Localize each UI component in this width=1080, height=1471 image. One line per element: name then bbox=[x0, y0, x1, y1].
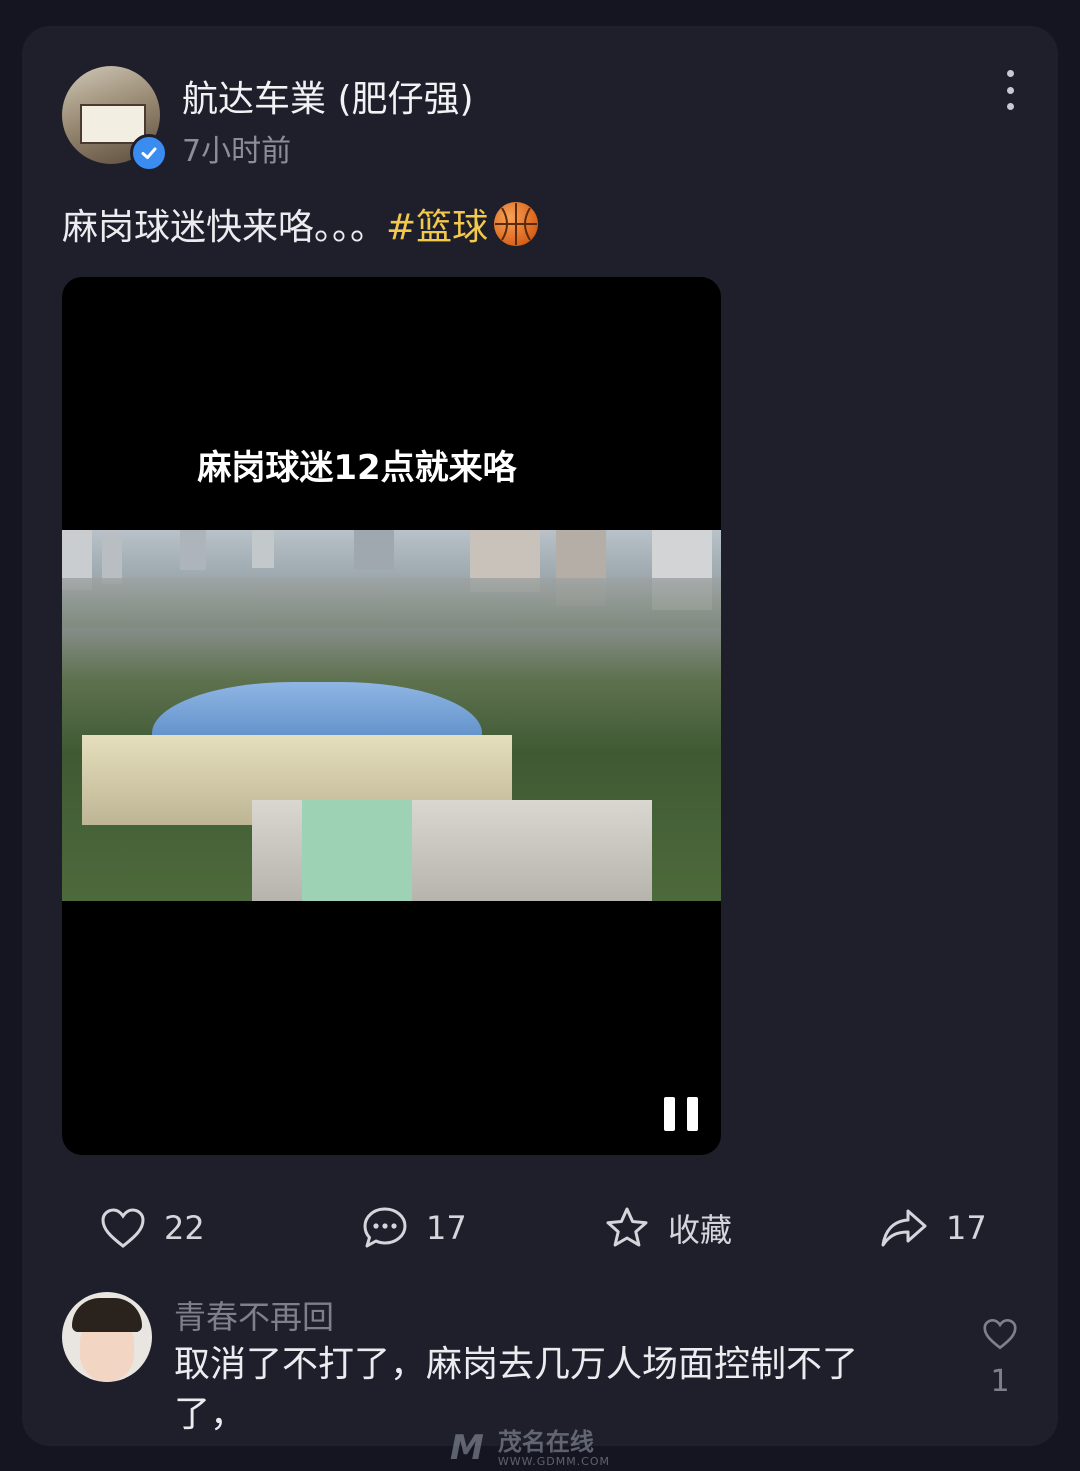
watermark-url: WWW.GDMM.COM bbox=[497, 1454, 611, 1468]
heart-icon bbox=[101, 1208, 145, 1248]
favorite-label: 收藏 bbox=[668, 1211, 733, 1249]
pause-button[interactable] bbox=[664, 1097, 698, 1131]
comment-like-button[interactable] bbox=[980, 1318, 1020, 1354]
comment-button[interactable]: 17 bbox=[362, 1205, 467, 1251]
post-body: 麻岗球迷快来咯。。。 #篮球 bbox=[62, 198, 539, 250]
arena-roof bbox=[152, 682, 482, 742]
hashtag-link[interactable]: #篮球 bbox=[386, 198, 488, 250]
watermark-logo: M bbox=[450, 1428, 484, 1468]
video-player[interactable]: 麻岗球迷12点就来咯 bbox=[62, 277, 721, 1155]
share-button[interactable]: 17 bbox=[880, 1205, 987, 1251]
share-icon bbox=[881, 1209, 927, 1247]
commenter-avatar[interactable] bbox=[62, 1292, 152, 1382]
verified-badge-icon bbox=[130, 134, 168, 172]
share-count: 17 bbox=[946, 1209, 987, 1247]
site-watermark: M 茂名在线 WWW.GDMM.COM bbox=[450, 1428, 610, 1468]
comment-icon bbox=[363, 1207, 407, 1248]
author-name[interactable]: 航达车業 (肥仔强) bbox=[182, 70, 474, 122]
like-count: 22 bbox=[164, 1209, 205, 1247]
like-button[interactable]: 22 bbox=[100, 1205, 205, 1251]
star-icon bbox=[606, 1207, 648, 1247]
post-text: 麻岗球迷快来咯。。。 bbox=[62, 207, 387, 248]
basketball-emoji-icon bbox=[494, 202, 539, 246]
commenter-name[interactable]: 青春不再回 bbox=[174, 1292, 334, 1338]
favorite-button[interactable]: 收藏 bbox=[604, 1205, 732, 1251]
more-options-icon[interactable] bbox=[996, 70, 1024, 110]
comment-like-count: 1 bbox=[990, 1364, 1010, 1399]
comment-text: 取消了不打了，麻岗去几万人场面控制不了了， bbox=[174, 1344, 859, 1435]
video-caption: 麻岗球迷12点就来咯 bbox=[197, 448, 517, 488]
watermark-name: 茂名在线 bbox=[497, 1427, 594, 1456]
comment-count: 17 bbox=[426, 1209, 467, 1247]
heart-icon bbox=[983, 1318, 1017, 1350]
post-timestamp: 7小时前 bbox=[182, 134, 292, 169]
video-frame-stadium bbox=[62, 530, 721, 901]
